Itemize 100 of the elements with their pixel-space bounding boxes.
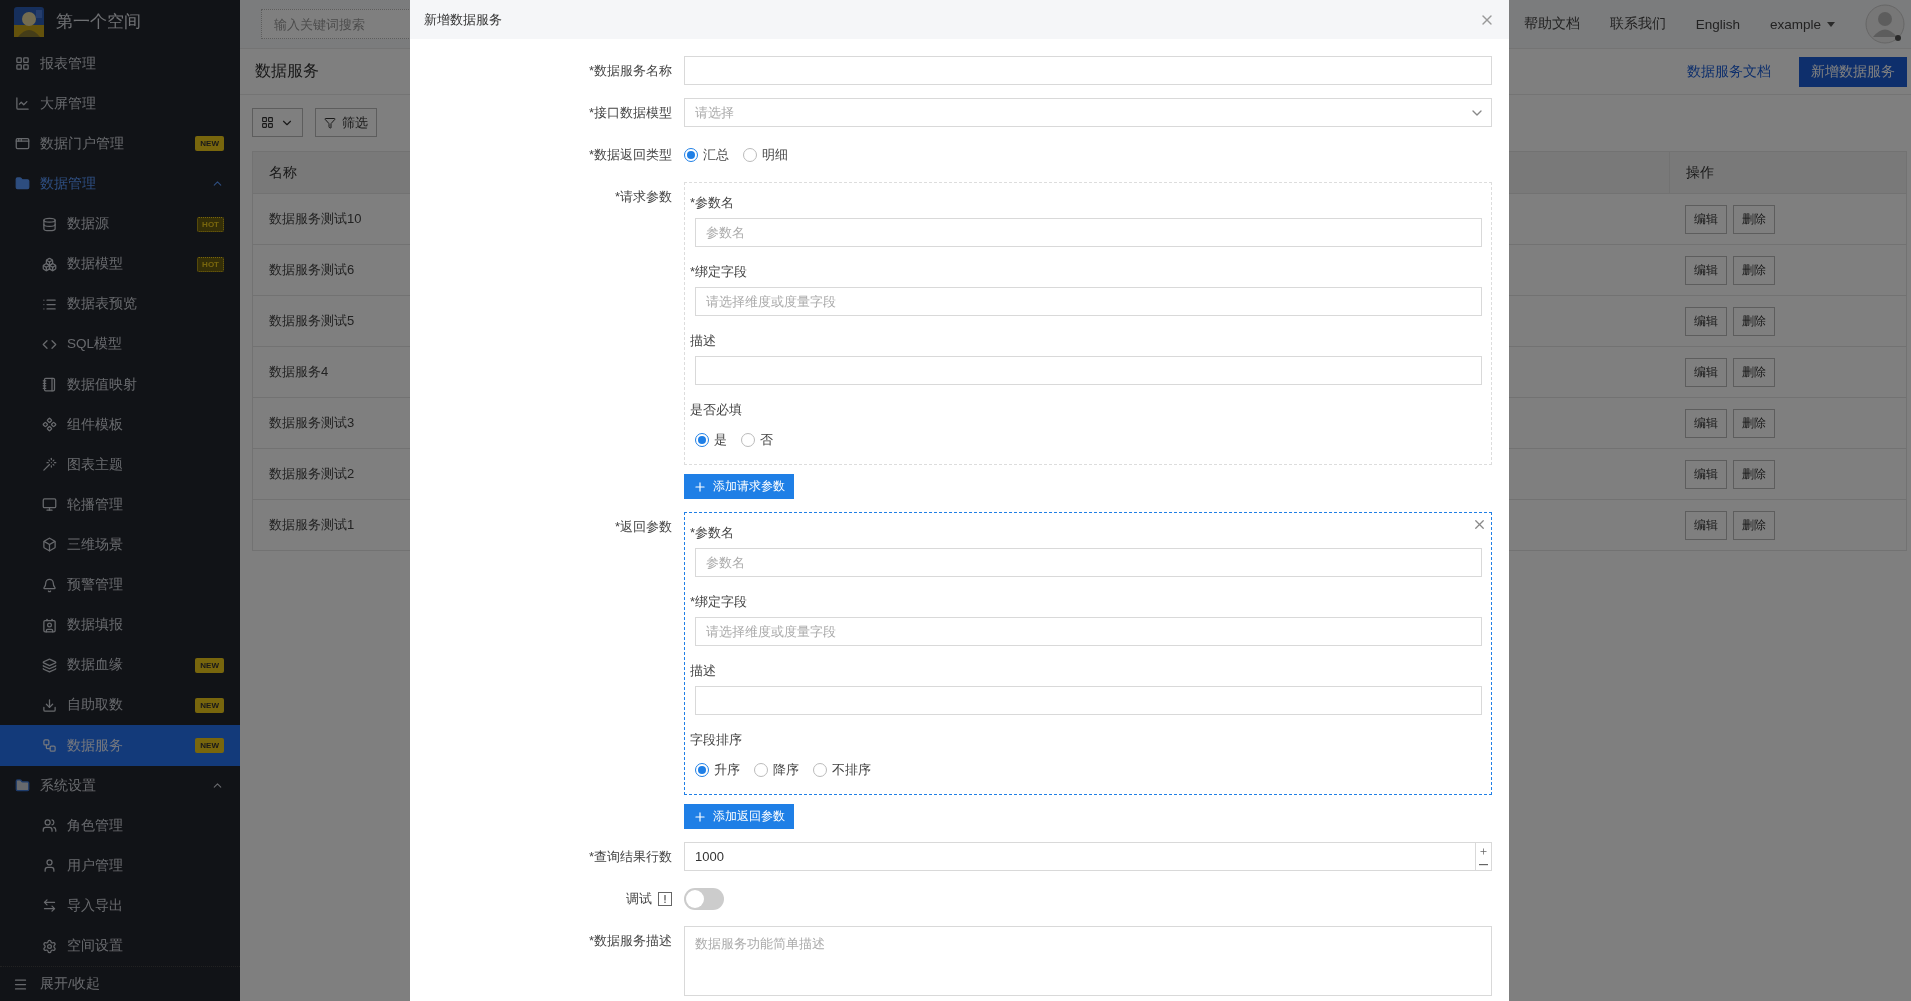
row-action-button[interactable]: 编辑: [1685, 306, 1727, 336]
field-label: *查询结果行数: [587, 848, 673, 866]
sidebar-item[interactable]: 报表管理: [0, 43, 240, 84]
field-label: *绑定字段: [690, 263, 749, 281]
input-field[interactable]: 请选择维度或度量字段: [695, 617, 1482, 646]
field-label: *绑定字段: [690, 593, 749, 611]
cube-icon: [42, 537, 57, 553]
sidebar-item[interactable]: 数据源 HOT: [0, 204, 240, 245]
sidebar-item[interactable]: 轮播管理: [0, 484, 240, 525]
download-icon: [42, 697, 57, 713]
sidebar-item[interactable]: 空间设置: [0, 926, 240, 967]
sidebar-item[interactable]: 数据服务 NEW: [0, 725, 240, 766]
user-menu[interactable]: example: [1769, 16, 1835, 32]
sidebar-item[interactable]: 组件模板: [0, 404, 240, 445]
row-action-button[interactable]: 编辑: [1685, 510, 1727, 540]
sidebar-item[interactable]: 数据值映射: [0, 364, 240, 405]
input-field[interactable]: 参数名: [695, 548, 1482, 577]
field-label: *参数名: [690, 194, 736, 212]
field-label: 描述: [690, 662, 717, 680]
header-link[interactable]: 联系我们: [1609, 15, 1666, 33]
contact-card-icon: [42, 617, 57, 633]
badge: HOT: [197, 216, 224, 232]
row-action-button[interactable]: 删除: [1733, 408, 1775, 438]
sidebar-item[interactable]: 大屏管理: [0, 83, 240, 124]
badge: NEW: [195, 697, 224, 713]
row-action-button[interactable]: 删除: [1733, 306, 1775, 336]
filter-icon: [324, 116, 336, 129]
field-label: *数据服务描述: [587, 932, 673, 950]
sidebar-item[interactable]: 数据表预览: [0, 284, 240, 325]
field-label: *数据服务名称: [587, 62, 673, 80]
plus-icon[interactable]: [1479, 847, 1488, 856]
sidebar-item[interactable]: 角色管理: [0, 805, 240, 846]
view-toggle-button[interactable]: [252, 108, 303, 137]
avatar-icon[interactable]: [1865, 4, 1905, 44]
sidebar-item[interactable]: SQL模型: [0, 324, 240, 365]
dialog-title: 新增数据服务: [424, 10, 502, 29]
row-action-button[interactable]: 编辑: [1685, 204, 1727, 234]
radio-option[interactable]: 是: [695, 430, 727, 449]
row-action-button[interactable]: 删除: [1733, 204, 1775, 234]
component-icon: [42, 417, 57, 433]
input-field[interactable]: 请选择维度或度量字段: [695, 287, 1482, 316]
docs-link[interactable]: 数据服务文档: [1687, 62, 1771, 81]
header-link[interactable]: English: [1695, 16, 1740, 32]
sidebar-item[interactable]: 预警管理: [0, 565, 240, 606]
sidebar-item[interactable]: 用户管理: [0, 845, 240, 886]
row-action-button[interactable]: 编辑: [1685, 255, 1727, 285]
radio-option[interactable]: 不排序: [813, 760, 871, 779]
header-link[interactable]: 帮助文档: [1523, 15, 1580, 33]
radio-option[interactable]: 降序: [754, 760, 799, 779]
row-action-button[interactable]: 编辑: [1685, 408, 1727, 438]
badge: NEW: [195, 657, 224, 673]
folder-icon: [15, 176, 30, 192]
radio-option[interactable]: 否: [741, 430, 773, 449]
users-icon: [42, 818, 57, 834]
input-field[interactable]: [684, 56, 1492, 85]
field-label: *返回参数: [613, 518, 673, 536]
row-action-button[interactable]: 编辑: [1685, 459, 1727, 489]
text-area[interactable]: 数据服务功能简单描述: [684, 926, 1492, 996]
field-label: 字段排序: [690, 731, 743, 749]
radio-option[interactable]: 升序: [695, 760, 740, 779]
sidebar-item[interactable]: 数据模型 HOT: [0, 244, 240, 285]
row-action-button[interactable]: 删除: [1733, 510, 1775, 540]
select-field[interactable]: 请选择: [684, 98, 1492, 127]
plus-icon: [693, 479, 707, 494]
column-header: 操作: [1669, 152, 1906, 193]
plus-icon: [693, 809, 707, 824]
line-chart-icon: [15, 96, 30, 112]
row-action-button[interactable]: 删除: [1733, 459, 1775, 489]
badge: NEW: [195, 738, 224, 753]
close-button[interactable]: [1472, 517, 1487, 532]
sidebar-item[interactable]: 数据门户管理 NEW: [0, 123, 240, 164]
list-icon: [42, 296, 57, 312]
window-icon: [15, 136, 30, 152]
filter-button[interactable]: 筛选: [315, 108, 377, 137]
row-action-button[interactable]: 删除: [1733, 255, 1775, 285]
sidebar-item[interactable]: 图表主题: [0, 444, 240, 485]
minus-icon[interactable]: [1479, 864, 1488, 866]
row-action-button[interactable]: 删除: [1733, 357, 1775, 387]
sidebar-item[interactable]: 数据血缘 NEW: [0, 645, 240, 686]
sidebar-item[interactable]: 数据填报: [0, 605, 240, 646]
input-field[interactable]: [695, 686, 1482, 715]
add-parameter-button[interactable]: 添加请求参数: [684, 474, 794, 499]
add-service-button[interactable]: 新增数据服务: [1799, 56, 1907, 87]
sidebar-item[interactable]: 导入导出: [0, 885, 240, 926]
sidebar-item[interactable]: 数据管理: [0, 163, 240, 205]
workflow-icon: [42, 738, 57, 753]
user-icon: [42, 858, 57, 874]
grid-icon: [261, 116, 274, 129]
field-label: *参数名: [690, 524, 736, 542]
toggle-switch[interactable]: [684, 888, 724, 910]
input-field[interactable]: [695, 356, 1482, 385]
add-parameter-button[interactable]: 添加返回参数: [684, 804, 794, 829]
folder-icon: [15, 778, 30, 794]
layers-icon: [42, 657, 57, 673]
row-action-button[interactable]: 编辑: [1685, 357, 1727, 387]
menu-icon: [13, 976, 28, 992]
info-icon[interactable]: [658, 891, 672, 906]
input-field[interactable]: 参数名: [695, 218, 1482, 247]
field-label: 是否必填: [690, 401, 743, 419]
sidebar-item[interactable]: 三维场景: [0, 524, 240, 566]
